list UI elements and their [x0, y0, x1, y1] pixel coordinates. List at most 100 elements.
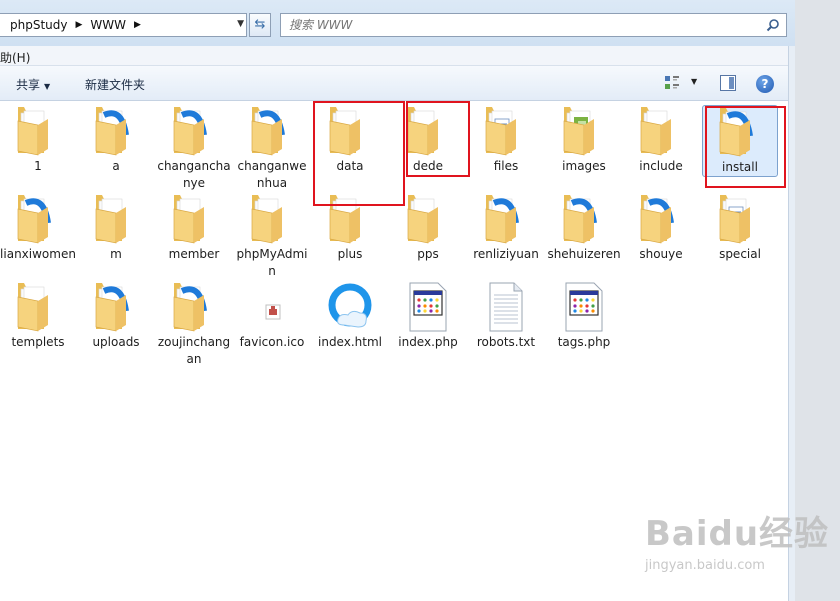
search-icon[interactable]	[766, 18, 780, 32]
file-item-favicon-ico[interactable]: favicon.ico	[234, 281, 310, 351]
address-bar[interactable]: phpStudy ▶ WWW ▶ ▼	[0, 13, 247, 37]
folder-blue-e-icon	[14, 193, 62, 245]
folder-item-a[interactable]: a	[78, 105, 154, 175]
baidu-watermark: Baidu经验 jingyan.baidu.com	[645, 506, 830, 573]
ico-file-icon	[248, 281, 296, 333]
highlight-box	[705, 106, 786, 188]
txt-file-icon	[482, 281, 530, 333]
folder-images-icon	[560, 105, 608, 157]
file-item-robots-txt[interactable]: robots.txt	[468, 281, 544, 351]
folder-blue-e-icon	[170, 281, 218, 333]
item-label: shouye	[639, 247, 683, 261]
folder-icon	[404, 193, 452, 245]
item-label: 1	[34, 159, 42, 173]
folder-blue-e-icon	[482, 193, 530, 245]
item-label: plus	[337, 247, 363, 261]
item-label: lianxiwomen	[0, 247, 76, 261]
highlight-box	[313, 101, 405, 206]
folder-blue-e-icon	[170, 105, 218, 157]
item-label: robots.txt	[476, 335, 536, 349]
share-button[interactable]: 共享 ▼	[16, 76, 50, 93]
new-folder-button[interactable]: 新建文件夹	[85, 76, 145, 93]
folder-item-renliziyuan[interactable]: renliziyuan	[468, 193, 544, 263]
folder-blue-e-icon	[637, 193, 685, 245]
command-bar: 共享 ▼ 新建文件夹 ▼ ?	[0, 66, 795, 101]
folder-icon	[14, 281, 62, 333]
folder-item-m[interactable]: m	[78, 193, 154, 263]
folder-icon	[170, 193, 218, 245]
breadcrumb-item-www[interactable]: WWW	[90, 18, 126, 32]
watermark-url: jingyan.baidu.com	[645, 558, 765, 573]
item-label: images	[562, 159, 606, 173]
breadcrumb-separator-icon[interactable]: ▶	[76, 20, 83, 30]
view-options-dropdown-icon[interactable]: ▼	[691, 77, 697, 86]
help-icon[interactable]: ?	[756, 75, 774, 93]
folder-item-member[interactable]: member	[156, 193, 232, 263]
folder-item-changanchanye[interactable]: changanchanye	[156, 105, 232, 192]
item-label: changanchanye	[157, 159, 231, 190]
folder-item-phpmyadmin[interactable]: phpMyAdmin	[234, 193, 310, 280]
folder-icon	[248, 193, 296, 245]
item-label: files	[493, 159, 519, 173]
folder-blue-e-icon	[92, 105, 140, 157]
html-file-icon	[326, 281, 374, 333]
change-view-icon[interactable]	[664, 75, 680, 91]
item-label: templets	[11, 335, 65, 349]
item-label: index.html	[318, 335, 382, 349]
refresh-icon: ⇆	[254, 17, 266, 32]
item-label: phpMyAdmin	[236, 247, 308, 278]
folder-icon	[14, 105, 62, 157]
refresh-button[interactable]: ⇆	[249, 13, 271, 37]
folder-doc-icon	[716, 193, 764, 245]
search-input[interactable]	[281, 14, 751, 36]
file-item-index-html[interactable]: index.html	[312, 281, 388, 351]
folder-item-1[interactable]: 1	[0, 105, 76, 175]
folder-item-templets[interactable]: templets	[0, 281, 76, 351]
breadcrumb: phpStudy ▶ WWW ▶	[0, 18, 149, 32]
item-label: index.php	[398, 335, 458, 349]
menu-help[interactable]: 助(H)	[0, 49, 30, 66]
folder-item-include[interactable]: include	[623, 105, 699, 175]
folder-item-files[interactable]: files	[468, 105, 544, 175]
item-label: uploads	[92, 335, 140, 349]
breadcrumb-item-phpstudy[interactable]: phpStudy	[10, 18, 68, 32]
folder-icon	[92, 193, 140, 245]
address-dropdown-icon[interactable]: ▼	[237, 19, 244, 29]
folder-item-shouye[interactable]: shouye	[623, 193, 699, 263]
highlight-box	[406, 101, 470, 177]
folder-item-special[interactable]: special	[702, 193, 778, 263]
folder-item-uploads[interactable]: uploads	[78, 281, 154, 351]
php-file-icon	[404, 281, 452, 333]
item-label: m	[110, 247, 122, 261]
item-label: favicon.ico	[239, 335, 305, 349]
breadcrumb-separator-icon[interactable]: ▶	[134, 20, 141, 30]
menu-bar: 助(H)	[0, 46, 795, 66]
folder-item-zoujinchangan[interactable]: zoujinchangan	[156, 281, 232, 368]
folder-item-shehuizeren[interactable]: shehuizeren	[546, 193, 622, 263]
item-label: member	[168, 247, 220, 261]
item-label: pps	[417, 247, 439, 261]
item-label: zoujinchangan	[157, 335, 231, 366]
item-label: tags.php	[557, 335, 611, 349]
folder-doc-icon	[482, 105, 530, 157]
file-item-tags-php[interactable]: tags.php	[546, 281, 622, 351]
folder-icon	[637, 105, 685, 157]
folder-item-changanwenhua[interactable]: changanwenhua	[234, 105, 310, 192]
item-label: a	[112, 159, 120, 173]
item-label: shehuizeren	[547, 247, 621, 261]
file-item-index-php[interactable]: index.php	[390, 281, 466, 351]
search-box[interactable]	[280, 13, 787, 37]
share-label: 共享	[16, 78, 41, 92]
item-label: include	[639, 159, 683, 173]
preview-pane-button[interactable]	[720, 75, 736, 91]
item-label: renliziyuan	[473, 247, 539, 261]
watermark-brand: Baidu经验	[645, 514, 830, 554]
address-bar-region: phpStudy ▶ WWW ▶ ▼ ⇆	[0, 0, 795, 46]
folder-blue-e-icon	[248, 105, 296, 157]
folder-item-lianxiwomen[interactable]: lianxiwomen	[0, 193, 76, 263]
folder-item-images[interactable]: images	[546, 105, 622, 175]
folder-blue-e-icon	[92, 281, 140, 333]
item-label: changanwenhua	[237, 159, 307, 190]
item-label: special	[719, 247, 761, 261]
folder-blue-e-icon	[560, 193, 608, 245]
